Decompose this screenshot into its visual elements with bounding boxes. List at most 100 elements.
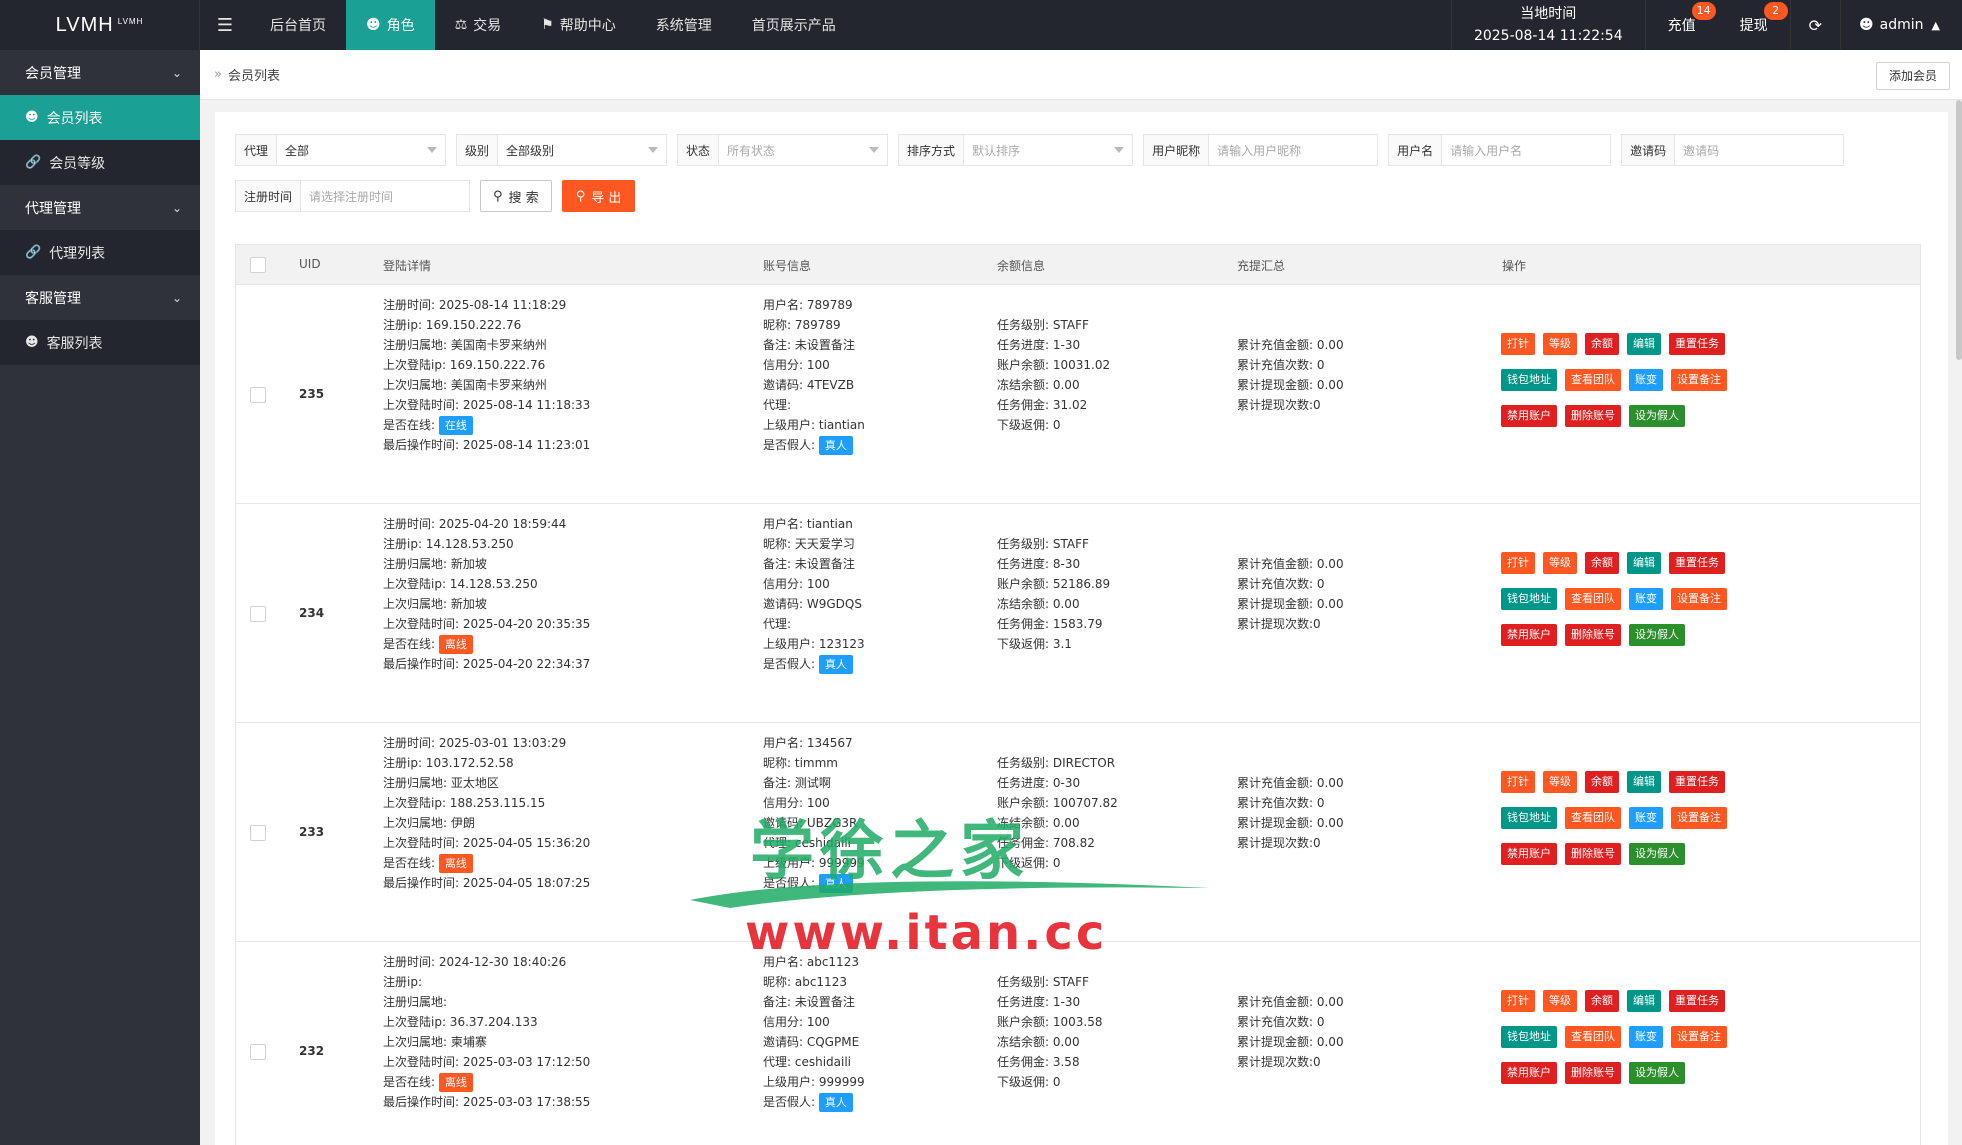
set-remark-button[interactable]: 设置备注 — [1671, 1026, 1727, 1048]
refresh-icon[interactable]: ⟳ — [1789, 0, 1842, 50]
export-button[interactable]: ⚲ 导 出 — [561, 180, 636, 212]
username-input[interactable]: 请输入用户名 — [1442, 135, 1610, 165]
row-checkbox[interactable] — [250, 606, 266, 622]
nav-products[interactable]: 首页展示产品 — [732, 0, 856, 50]
level-button[interactable]: 等级 — [1543, 990, 1577, 1012]
menu-toggle-icon[interactable]: ☰ — [200, 0, 250, 50]
logo[interactable]: LVMH LVMH — [0, 0, 200, 50]
level-select[interactable]: 级别 全部级别 — [456, 134, 668, 166]
sidebar-group-agents[interactable]: 代理管理 ⌄ — [0, 185, 200, 230]
view-team-button[interactable]: 查看团队 — [1565, 588, 1621, 610]
invite-code-input[interactable]: 邀请码 — [1675, 135, 1843, 165]
wallet-address-button[interactable]: 钱包地址 — [1501, 807, 1557, 829]
account-change-button[interactable]: 账变 — [1629, 588, 1663, 610]
edit-button[interactable]: 编辑 — [1627, 990, 1661, 1012]
select-all-checkbox[interactable] — [250, 257, 266, 273]
register-time-input[interactable]: 请选择注册时间 — [301, 181, 469, 211]
reset-task-button[interactable]: 重置任务 — [1669, 552, 1725, 574]
delete-account-button[interactable]: 删除账号 — [1565, 405, 1621, 427]
delete-account-button[interactable]: 删除账号 — [1565, 624, 1621, 646]
disable-account-button[interactable]: 禁用账户 — [1501, 624, 1557, 646]
wallet-address-button[interactable]: 钱包地址 — [1501, 369, 1557, 391]
set-fake-button[interactable]: 设为假人 — [1629, 405, 1685, 427]
breadcrumb: » 会员列表 添加会员 — [200, 50, 1962, 100]
level-value[interactable]: 全部级别 — [498, 135, 666, 165]
withdraw-link[interactable]: 提现 2 — [1718, 0, 1790, 50]
inject-button[interactable]: 打针 — [1501, 771, 1535, 793]
online-line: 是否在线: 在线 — [383, 415, 590, 435]
wallet-address-button[interactable]: 钱包地址 — [1501, 588, 1557, 610]
balance-info: 任务级别: DIRECTOR 任务进度: 0-30 账户余额: 100707.82 冻… — [997, 753, 1118, 873]
view-team-button[interactable]: 查看团队 — [1565, 369, 1621, 391]
nav-help[interactable]: ⚑ 帮助中心 — [521, 0, 636, 50]
nickname-input[interactable]: 请输入用户昵称 — [1209, 135, 1377, 165]
online-status-badge: 离线 — [438, 635, 473, 654]
edit-button[interactable]: 编辑 — [1627, 552, 1661, 574]
summary-info-line: 累计提现金额: 0.00 — [1237, 1035, 1344, 1049]
status-select[interactable]: 状态 所有状态 — [677, 134, 889, 166]
set-remark-button[interactable]: 设置备注 — [1671, 369, 1727, 391]
disable-account-button[interactable]: 禁用账户 — [1501, 843, 1557, 865]
inject-button[interactable]: 打针 — [1501, 552, 1535, 574]
inject-button[interactable]: 打针 — [1501, 333, 1535, 355]
sidebar-group-members[interactable]: 会员管理 ⌄ — [0, 50, 200, 95]
sidebar-item-agent-list[interactable]: 🔗 代理列表 — [0, 230, 200, 275]
view-team-button[interactable]: 查看团队 — [1565, 807, 1621, 829]
reset-task-button[interactable]: 重置任务 — [1669, 333, 1725, 355]
sort-select[interactable]: 排序方式 默认排序 — [898, 134, 1134, 166]
balance-button[interactable]: 余额 — [1585, 333, 1619, 355]
reset-task-button[interactable]: 重置任务 — [1669, 990, 1725, 1012]
username-field[interactable]: 用户名 请输入用户名 — [1388, 134, 1612, 166]
disable-account-button[interactable]: 禁用账户 — [1501, 405, 1557, 427]
balance-button[interactable]: 余额 — [1585, 990, 1619, 1012]
status-value[interactable]: 所有状态 — [719, 135, 887, 165]
sort-value[interactable]: 默认排序 — [964, 135, 1132, 165]
user-menu[interactable]: ☻ admin ▲ — [1841, 0, 1962, 50]
scrollbar[interactable] — [1956, 100, 1962, 360]
set-remark-button[interactable]: 设置备注 — [1671, 588, 1727, 610]
set-fake-button[interactable]: 设为假人 — [1629, 843, 1685, 865]
level-button[interactable]: 等级 — [1543, 333, 1577, 355]
level-button[interactable]: 等级 — [1543, 771, 1577, 793]
nickname-field[interactable]: 用户昵称 请输入用户昵称 — [1143, 134, 1379, 166]
sidebar-item-support-list[interactable]: ☻ 客服列表 — [0, 320, 200, 365]
row-checkbox[interactable] — [250, 825, 266, 841]
balance-button[interactable]: 余额 — [1585, 771, 1619, 793]
account-info-line: 邀请码: 4TEVZB — [763, 378, 855, 392]
set-remark-button[interactable]: 设置备注 — [1671, 807, 1727, 829]
sidebar-item-member-level[interactable]: 🔗 会员等级 — [0, 140, 200, 185]
nav-system[interactable]: 系统管理 — [636, 0, 732, 50]
search-button[interactable]: ⚲ 搜 索 — [480, 180, 552, 212]
sidebar-group-support[interactable]: 客服管理 ⌄ — [0, 275, 200, 320]
agent-select[interactable]: 代理 全部 — [235, 134, 447, 166]
recharge-link[interactable]: 充值 14 — [1646, 0, 1718, 50]
balance-button[interactable]: 余额 — [1585, 552, 1619, 574]
disable-account-button[interactable]: 禁用账户 — [1501, 1062, 1557, 1084]
inject-button[interactable]: 打针 — [1501, 990, 1535, 1012]
nav-home[interactable]: 后台首页 — [250, 0, 346, 50]
account-change-button[interactable]: 账变 — [1629, 807, 1663, 829]
balance-info-line: 任务进度: 0-30 — [997, 776, 1081, 790]
sidebar-item-member-list[interactable]: ☻ 会员列表 — [0, 95, 200, 140]
level-button[interactable]: 等级 — [1543, 552, 1577, 574]
row-checkbox[interactable] — [250, 387, 266, 403]
set-fake-button[interactable]: 设为假人 — [1629, 1062, 1685, 1084]
add-member-button[interactable]: 添加会员 — [1875, 62, 1950, 90]
account-info-line: 昵称: 789789 — [763, 318, 841, 332]
agent-value[interactable]: 全部 — [277, 135, 445, 165]
nav-role[interactable]: ☻ 角色 — [346, 0, 435, 50]
view-team-button[interactable]: 查看团队 — [1565, 1026, 1621, 1048]
invite-code-field[interactable]: 邀请码 邀请码 — [1621, 134, 1845, 166]
delete-account-button[interactable]: 删除账号 — [1565, 843, 1621, 865]
register-time-field[interactable]: 注册时间 请选择注册时间 — [235, 180, 471, 212]
reset-task-button[interactable]: 重置任务 — [1669, 771, 1725, 793]
edit-button[interactable]: 编辑 — [1627, 771, 1661, 793]
delete-account-button[interactable]: 删除账号 — [1565, 1062, 1621, 1084]
account-change-button[interactable]: 账变 — [1629, 369, 1663, 391]
account-change-button[interactable]: 账变 — [1629, 1026, 1663, 1048]
edit-button[interactable]: 编辑 — [1627, 333, 1661, 355]
row-checkbox[interactable] — [250, 1044, 266, 1060]
wallet-address-button[interactable]: 钱包地址 — [1501, 1026, 1557, 1048]
set-fake-button[interactable]: 设为假人 — [1629, 624, 1685, 646]
nav-trade[interactable]: ⚖ 交易 — [435, 0, 522, 50]
